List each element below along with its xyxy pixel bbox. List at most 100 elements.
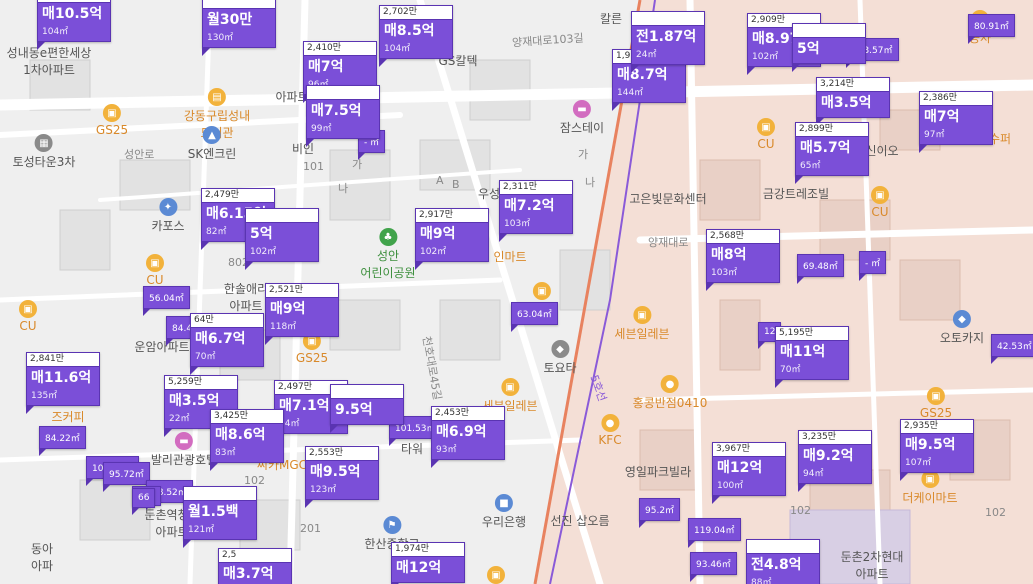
- poi-5[interactable]: ▣ CU: [146, 254, 164, 287]
- listing-marker[interactable]: 3,214만 매3.5억: [816, 77, 890, 126]
- poi-22[interactable]: ● 홍콩반점0410: [633, 375, 707, 411]
- listing-marker[interactable]: 2,899만 매5.7억 65㎡: [795, 122, 869, 184]
- listing-marker[interactable]: 3,425만 매8.6억 83㎡: [210, 409, 284, 471]
- area-chip[interactable]: 84.22㎡: [39, 426, 86, 456]
- listing-marker[interactable]: 2,702만 매8.5억 104㎡: [379, 5, 453, 67]
- area-chip[interactable]: 95.2㎡: [639, 498, 681, 528]
- area-chip[interactable]: 66: [132, 488, 156, 515]
- listing-marker[interactable]: 2,553만 매9.5억 123㎡: [305, 446, 379, 508]
- listing-marker[interactable]: 5,195만 매11억 70㎡: [775, 326, 849, 388]
- listing-marker[interactable]: 전4.8억 88㎡: [746, 539, 820, 584]
- listing-marker[interactable]: 월30만 130㎡: [202, 0, 276, 56]
- poi-29[interactable]: ▣ GS25: [920, 387, 952, 420]
- poi-19[interactable]: 선진 삽오름: [550, 512, 609, 529]
- poi-3[interactable]: ▲ SK엔크린: [188, 126, 236, 162]
- listing-marker[interactable]: 매10.5억 104㎡: [37, 0, 111, 50]
- poi-17[interactable]: 칼른: [600, 10, 622, 27]
- listing-price: 매7.2억: [504, 198, 555, 214]
- listing-area: 70㎡: [195, 352, 216, 362]
- poi-44[interactable]: 신이오: [865, 142, 898, 159]
- listing-marker[interactable]: 2,311만 매7.2억 103㎡: [499, 180, 573, 242]
- listing-marker[interactable]: 1,974만 매12억: [391, 542, 465, 584]
- poi-15[interactable]: ▬ 잠스테이: [560, 100, 604, 136]
- area-chip[interactable]: 69.48㎡: [797, 254, 844, 284]
- poi-label: GS25: [919, 406, 953, 420]
- listing-marker[interactable]: 64만 매6.7억 70㎡: [190, 313, 264, 375]
- listing-area: 83㎡: [215, 448, 236, 458]
- area-chip[interactable]: 63.04㎡: [511, 302, 558, 332]
- listing-marker[interactable]: 3,967만 매12억 100㎡: [712, 442, 786, 504]
- poi-label: 성내동e편한세상: [6, 46, 92, 60]
- poi-25[interactable]: 금강트레조빌: [763, 185, 829, 202]
- poi-label: 발리관광호텔: [150, 453, 218, 467]
- area-chip[interactable]: 56.04㎡: [143, 286, 190, 316]
- listing-price-per-pyeong: 5,259만: [165, 376, 237, 390]
- poi-label: 토요타: [543, 361, 577, 375]
- map-view[interactable]: 양재대로103길 성안로 양재대로 천호대로45길 5호선 가 나 A B 가 …: [0, 0, 1033, 584]
- listing-marker[interactable]: 2,521만 매9억 118㎡: [265, 283, 339, 345]
- poi-46[interactable]: 즈커피: [51, 408, 84, 425]
- listing-price-per-pyeong: 2,899만: [796, 123, 868, 137]
- listing-price: 매8.6억: [215, 427, 266, 443]
- poi-13[interactable]: ◆ 토요타: [543, 340, 577, 376]
- listing-price-per-pyeong: 2,5: [219, 549, 291, 563]
- poi-label: 강동구립성내: [183, 109, 251, 123]
- poi-39[interactable]: 인마트: [493, 248, 526, 265]
- poi-31[interactable]: 둔촌2차현대 아파트: [841, 548, 904, 582]
- poi-28[interactable]: ◆ 오토카지: [940, 310, 984, 346]
- listing-marker[interactable]: 2,386만 매7억 97㎡: [919, 91, 993, 153]
- poi-35[interactable]: 동아 아파: [31, 540, 53, 574]
- listing-price: 매11.6억: [31, 370, 92, 386]
- poi-42[interactable]: 우성: [478, 185, 500, 202]
- listing-price-per-pyeong: [184, 487, 256, 501]
- poi-4[interactable]: ✦ 카포스: [151, 198, 185, 234]
- poi-24[interactable]: 고은빛문화센터: [629, 190, 706, 207]
- area-chip[interactable]: 42.53㎡: [991, 334, 1033, 364]
- listing-marker[interactable]: 매7.5억 99㎡: [306, 85, 380, 147]
- fuel-icon: ▲: [202, 126, 221, 144]
- listing-marker[interactable]: 2,935만 매9.5억 107㎡: [900, 419, 974, 481]
- listing-marker[interactable]: 5억 102㎡: [245, 208, 319, 270]
- poi-18[interactable]: ■ 우리은행: [482, 494, 526, 530]
- poi-10[interactable]: ♣ 성안 어린이공원: [360, 228, 416, 281]
- poi-2[interactable]: ▦ 토성타운3차: [13, 134, 75, 170]
- poi-6[interactable]: ▣ CU: [19, 300, 37, 333]
- poi-33[interactable]: ▬ 발리관광호텔: [151, 432, 217, 468]
- listing-marker[interactable]: 2,5 매3.7억: [218, 548, 292, 584]
- listing-area: [331, 419, 403, 424]
- area-chip[interactable]: 95.72㎡: [103, 462, 150, 492]
- area-chip[interactable]: 80.91㎡: [968, 14, 1015, 44]
- poi-26[interactable]: ▣ CU: [871, 186, 889, 219]
- listing-marker[interactable]: 월1.5백 121㎡: [183, 486, 257, 548]
- listing-price: 매9.5억: [310, 464, 361, 480]
- poi-20[interactable]: 영일파크빌라: [625, 463, 691, 480]
- poi-9[interactable]: 한솔애리 아파트: [224, 280, 268, 314]
- listing-area: [817, 112, 889, 117]
- area-chip[interactable]: 119.04㎡: [688, 518, 741, 548]
- listing-marker[interactable]: 2,453만 매6.9억 93㎡: [431, 406, 505, 468]
- listing-marker[interactable]: 2,917만 매9억 102㎡: [415, 208, 489, 270]
- poi-1[interactable]: ▣ GS25: [96, 104, 128, 137]
- poi-7[interactable]: 성내동e편한세상 1차아파트: [7, 44, 92, 78]
- listing-marker[interactable]: 2,568만 매8억 103㎡: [706, 229, 780, 291]
- block-letter: 가: [578, 148, 589, 161]
- poi-23[interactable]: ▣ 세븐일레븐: [614, 306, 670, 342]
- poi-label: 오토카지: [939, 331, 985, 345]
- area-chip[interactable]: - ㎡: [859, 251, 887, 281]
- listing-marker[interactable]: 2,841만 매11.6억 135㎡: [26, 352, 100, 414]
- food-icon: ●: [660, 375, 679, 393]
- poi-30[interactable]: ▣ 더케이마트: [902, 470, 958, 506]
- poi-16[interactable]: ▣ CU: [757, 118, 775, 151]
- listing-marker[interactable]: 3,235만 매9.2억 94㎡: [798, 430, 872, 492]
- poi-36[interactable]: ▣CU: [487, 566, 505, 584]
- poi-21[interactable]: ● KFC: [598, 414, 622, 447]
- listing-marker[interactable]: 9.5억: [330, 384, 404, 433]
- poi-8[interactable]: 운암아파트: [134, 338, 189, 355]
- poi-43[interactable]: 타워: [401, 440, 423, 457]
- listing-marker[interactable]: 전1.87억 24㎡: [631, 11, 705, 73]
- area-chip[interactable]: 93.46㎡: [690, 552, 737, 582]
- poi-label: 1차아파트: [23, 63, 75, 77]
- listing-marker[interactable]: 5억: [792, 23, 866, 72]
- poi-label: 우리은행: [481, 515, 527, 529]
- poi-label: 잠스테이: [559, 121, 605, 135]
